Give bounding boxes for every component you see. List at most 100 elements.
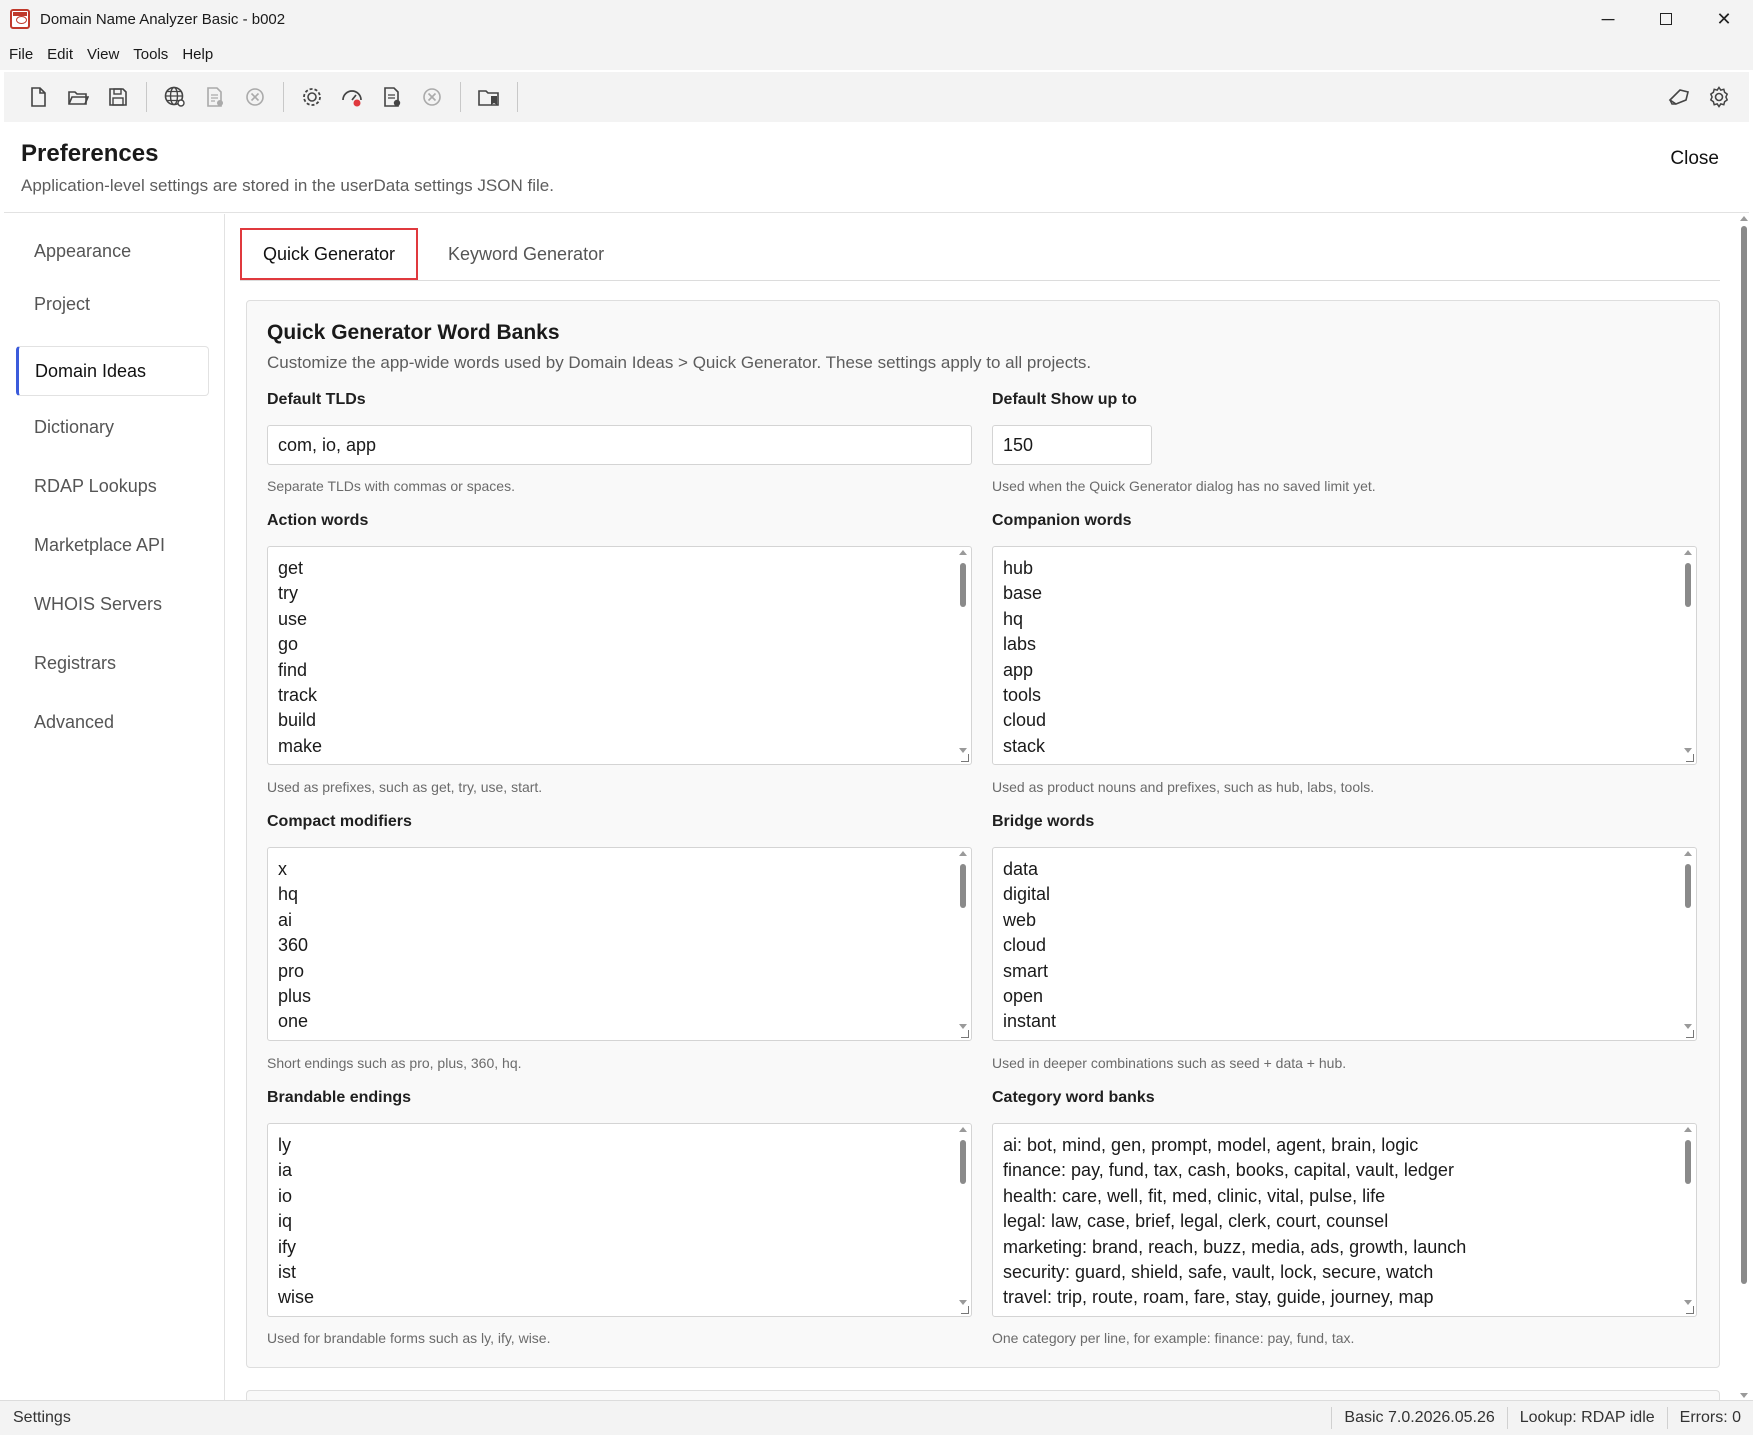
sidebar-item-rdap-lookups[interactable]: RDAP Lookups xyxy=(16,461,209,511)
new-project-button[interactable] xyxy=(18,77,58,117)
textarea-scrollbar[interactable] xyxy=(1682,549,1694,754)
speedometer-icon xyxy=(342,90,362,107)
menu-view[interactable]: View xyxy=(82,46,124,63)
toolbar xyxy=(4,72,1749,122)
textarea-scrollbar[interactable] xyxy=(957,1126,969,1306)
preferences-sidebar: Appearance Project Domain Ideas Dictiona… xyxy=(4,214,225,1400)
compact-modifiers-help: Short endings such as pro, plus, 360, hq… xyxy=(267,1055,522,1071)
sidebar-item-appearance[interactable]: Appearance xyxy=(16,226,209,276)
textarea-scrollbar[interactable] xyxy=(1682,1126,1694,1306)
sidebar-item-advanced[interactable]: Advanced xyxy=(16,697,209,747)
bookmarks-button[interactable] xyxy=(469,77,509,117)
save-icon xyxy=(109,88,127,106)
sidebar-item-dictionary[interactable]: Dictionary xyxy=(16,402,209,452)
resize-grip-icon[interactable] xyxy=(1686,1306,1694,1314)
save-project-button[interactable] xyxy=(98,77,138,117)
tab-quick-generator[interactable]: Quick Generator xyxy=(240,228,419,280)
bridge-word-line: web xyxy=(1003,909,1037,930)
companion-word-line: cloud xyxy=(1003,710,1047,731)
resize-grip-icon[interactable] xyxy=(961,1306,969,1314)
category-bank-line: travel: trip, route, roam, fare, stay, g… xyxy=(1003,1287,1434,1308)
sidebar-item-marketplace-api[interactable]: Marketplace API xyxy=(16,520,209,570)
textarea-scrollbar[interactable] xyxy=(957,549,969,754)
cancel-lookup-button[interactable] xyxy=(235,77,275,117)
companion-word-line: tools xyxy=(1003,685,1042,706)
window-controls: ─ ✕ xyxy=(1579,0,1753,38)
close-preferences-button[interactable]: Close xyxy=(1670,148,1719,170)
menu-tools[interactable]: Tools xyxy=(128,46,173,63)
page-subtitle: Application-level settings are stored in… xyxy=(21,176,554,195)
tab-keyword-generator[interactable]: Keyword Generator xyxy=(448,228,604,280)
category-banks-textarea[interactable]: ai: bot, mind, gen, prompt, model, agent… xyxy=(992,1123,1697,1317)
sidebar-item-whois-servers[interactable]: WHOIS Servers xyxy=(16,579,209,629)
analyze-button[interactable] xyxy=(292,77,332,117)
resize-grip-icon[interactable] xyxy=(1686,754,1694,762)
cancel-analysis-button[interactable] xyxy=(412,77,452,117)
scroll-down-icon[interactable] xyxy=(1740,1393,1748,1398)
compact-modifiers-textarea[interactable]: x hq ai 360 pro plus one xyxy=(267,847,972,1041)
next-panel-edge xyxy=(246,1390,1720,1400)
companion-word-line: base xyxy=(1003,583,1043,604)
textarea-scrollbar[interactable] xyxy=(1682,850,1694,1030)
category-bank-line: security: guard, shield, safe, vault, lo… xyxy=(1003,1262,1434,1283)
close-window-button[interactable]: ✕ xyxy=(1695,0,1753,38)
menu-file[interactable]: File xyxy=(4,46,38,63)
bridge-words-lines: data digital web cloud smart open instan… xyxy=(1003,857,1672,1035)
report-button[interactable] xyxy=(195,77,235,117)
sidebar-item-registrars[interactable]: Registrars xyxy=(16,638,209,688)
label-icon xyxy=(1668,89,1689,105)
resize-grip-icon[interactable] xyxy=(961,754,969,762)
open-project-button[interactable] xyxy=(58,77,98,117)
bridge-word-line: digital xyxy=(1003,884,1051,905)
speed-check-button[interactable] xyxy=(332,77,372,117)
action-words-help: Used as prefixes, such as get, try, use,… xyxy=(267,779,543,795)
action-word-line: try xyxy=(278,583,298,604)
default-tlds-input[interactable]: com, io, app xyxy=(267,425,972,465)
default-show-input[interactable]: 150 xyxy=(992,425,1152,465)
menu-edit[interactable]: Edit xyxy=(42,46,78,63)
close-icon: ✕ xyxy=(1716,8,1732,29)
textarea-scrollbar[interactable] xyxy=(957,850,969,1030)
sidebar-item-domain-ideas[interactable]: Domain Ideas xyxy=(16,346,209,396)
companion-words-textarea[interactable]: hub base hq labs app tools cloud stack xyxy=(992,546,1697,765)
category-banks-lines: ai: bot, mind, gen, prompt, model, agent… xyxy=(1003,1133,1672,1311)
brandable-endings-textarea[interactable]: ly ia io iq ify ist wise xyxy=(267,1123,972,1317)
resize-grip-icon[interactable] xyxy=(1686,1030,1694,1038)
page-scrollbar[interactable] xyxy=(1738,214,1750,1400)
compact-modifier-line: ai xyxy=(278,909,293,930)
action-word-line: use xyxy=(278,608,308,629)
menu-help[interactable]: Help xyxy=(177,46,218,63)
label-button[interactable] xyxy=(1659,77,1699,117)
sidebar-item-project[interactable]: Project xyxy=(16,279,209,329)
action-words-textarea[interactable]: get try use go find track build make xyxy=(267,546,972,765)
scroll-thumb[interactable] xyxy=(1741,226,1747,1284)
page-title: Preferences xyxy=(21,140,159,167)
maximize-icon xyxy=(1660,13,1672,25)
brandable-endings-label: Brandable endings xyxy=(267,1089,412,1106)
toolbar-right xyxy=(1659,72,1739,122)
bridge-word-line: smart xyxy=(1003,960,1048,981)
word-banks-panel: Quick Generator Word Banks Customize the… xyxy=(246,300,1720,1368)
companion-words-help: Used as product nouns and prefixes, such… xyxy=(992,779,1375,795)
brandable-ending-line: ia xyxy=(278,1160,293,1181)
bridge-word-line: instant xyxy=(1003,1011,1057,1032)
resize-grip-icon[interactable] xyxy=(961,1030,969,1038)
status-lookup: Lookup: RDAP idle xyxy=(1506,1407,1667,1429)
companion-word-line: hub xyxy=(1003,558,1034,578)
scroll-up-icon[interactable] xyxy=(1740,216,1748,221)
menu-bar: File Edit View Tools Help xyxy=(0,38,1753,70)
action-words-label: Action words xyxy=(267,512,369,529)
status-bar: Settings Basic 7.0.2026.05.26 Lookup: RD… xyxy=(0,1400,1753,1435)
action-words-lines: get try use go find track build make xyxy=(278,556,947,759)
action-word-line: get xyxy=(278,558,304,578)
brandable-ending-line: ist xyxy=(278,1262,296,1283)
bridge-words-textarea[interactable]: data digital web cloud smart open instan… xyxy=(992,847,1697,1041)
lookup-button[interactable] xyxy=(155,77,195,117)
compact-modifier-line: one xyxy=(278,1011,309,1032)
settings-button[interactable] xyxy=(1699,77,1739,117)
minimize-button[interactable]: ─ xyxy=(1579,0,1637,38)
maximize-button[interactable] xyxy=(1637,0,1695,38)
panel-title: Quick Generator Word Banks xyxy=(267,321,560,344)
document-check-button[interactable] xyxy=(372,77,412,117)
status-errors: Errors: 0 xyxy=(1666,1407,1753,1429)
